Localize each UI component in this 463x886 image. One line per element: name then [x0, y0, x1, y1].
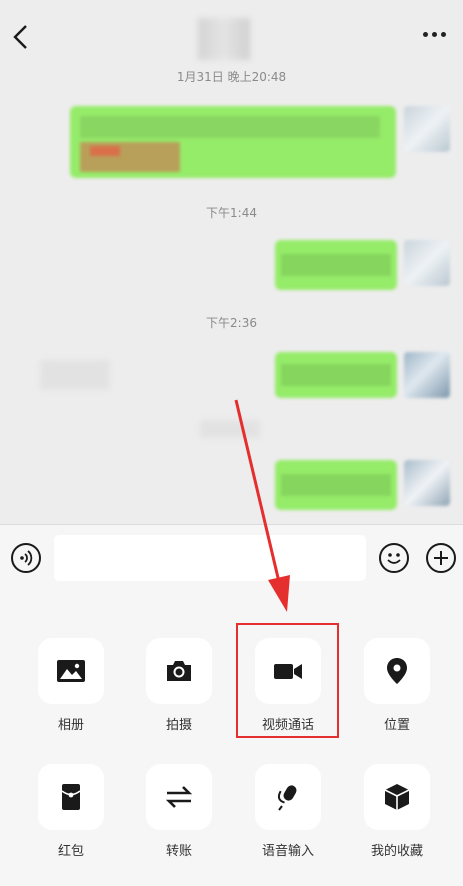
avatar-self[interactable] — [404, 106, 450, 152]
tool-tile[interactable] — [146, 764, 212, 830]
emoji-icon[interactable] — [379, 543, 409, 573]
contact-name-blurred — [198, 18, 250, 60]
tool-tile[interactable] — [364, 638, 430, 704]
tool-transfer[interactable]: 转账 — [139, 764, 219, 859]
tool-voice-input[interactable]: 语音输入 — [248, 764, 328, 859]
image-icon — [57, 660, 85, 682]
more-tools-panel: 相册 拍摄 视频通话 位置 红包 转账 语音输入 我的收藏 — [0, 591, 463, 886]
tool-label: 位置 — [383, 718, 410, 733]
timestamp-2: 下午1:44 — [206, 206, 257, 220]
transfer-icon — [165, 786, 193, 808]
avatar-self[interactable] — [404, 460, 450, 506]
tool-label: 红包 — [57, 844, 84, 859]
tool-tile[interactable] — [364, 764, 430, 830]
back-arrow-icon[interactable] — [10, 22, 34, 52]
tool-favorites[interactable]: 我的收藏 — [357, 764, 437, 859]
location-pin-icon — [387, 658, 407, 684]
input-bar — [0, 524, 463, 591]
tool-red-packet[interactable]: 红包 — [31, 764, 111, 859]
red-packet-icon — [61, 784, 81, 810]
message-bubble-1[interactable] — [70, 106, 396, 178]
timestamp-1: 1月31日 晚上20:48 — [176, 70, 287, 84]
avatar-self[interactable] — [404, 352, 450, 398]
message-bubble-4[interactable] — [275, 460, 397, 510]
microphone-icon — [277, 785, 297, 811]
message-input[interactable] — [54, 535, 366, 581]
timestamp-3: 下午2:36 — [206, 316, 257, 330]
camera-icon — [167, 661, 191, 681]
blurred-content — [200, 420, 260, 438]
chat-header — [0, 0, 463, 66]
blurred-content — [40, 360, 110, 390]
tool-label: 拍摄 — [165, 718, 192, 733]
tool-tile[interactable] — [38, 638, 104, 704]
favorites-cube-icon — [384, 784, 410, 810]
message-bubble-3[interactable] — [275, 352, 397, 398]
highlight-box — [236, 623, 339, 738]
tool-camera[interactable]: 拍摄 — [139, 638, 219, 733]
more-options-icon[interactable] — [423, 28, 449, 40]
avatar-self[interactable] — [404, 240, 450, 286]
message-bubble-2[interactable] — [275, 240, 397, 290]
tool-album[interactable]: 相册 — [31, 638, 111, 733]
tool-label: 我的收藏 — [370, 844, 423, 859]
plus-icon[interactable] — [426, 543, 456, 573]
tool-tile[interactable] — [255, 764, 321, 830]
voice-icon[interactable] — [11, 543, 41, 573]
tool-location[interactable]: 位置 — [357, 638, 437, 733]
tool-label: 语音输入 — [261, 844, 314, 859]
tool-label: 转账 — [165, 844, 192, 859]
tool-tile[interactable] — [146, 638, 212, 704]
tool-label: 相册 — [57, 718, 84, 733]
tool-tile[interactable] — [38, 764, 104, 830]
